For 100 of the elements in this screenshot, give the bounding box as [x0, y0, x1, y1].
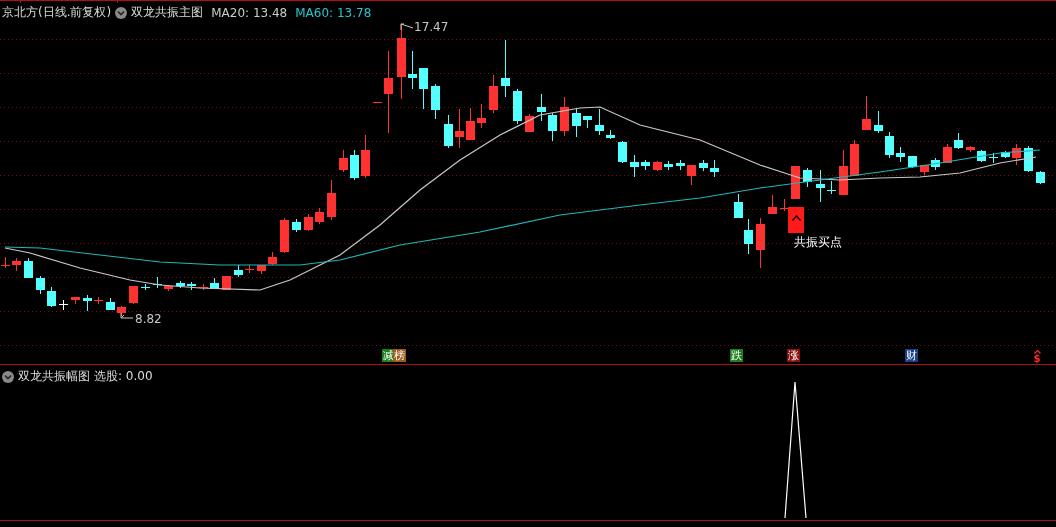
candlestick [106, 297, 115, 311]
candlestick [257, 264, 266, 275]
candlestick [187, 281, 196, 291]
candlestick [234, 264, 243, 278]
candlestick [501, 39, 510, 98]
event-marker[interactable]: 榜 [393, 349, 406, 362]
candlestick [744, 218, 753, 255]
candlestick [268, 251, 277, 266]
candlestick [315, 207, 324, 225]
caret-icon [791, 215, 801, 221]
candlestick [954, 132, 963, 150]
event-marker[interactable]: 财 [905, 349, 918, 362]
selection-value: 选股: 0.00 [94, 368, 153, 385]
candlestick [641, 159, 650, 171]
candlestick [699, 159, 708, 172]
candlestick [931, 157, 940, 171]
candlestick [710, 159, 719, 178]
candlestick [595, 108, 604, 136]
event-marker[interactable]: 跌 [730, 349, 743, 362]
candlestick [245, 264, 254, 274]
candlestick [327, 179, 336, 221]
low-price-label: 8.82 [135, 312, 162, 326]
candlestick [444, 114, 453, 149]
candlestick [164, 284, 173, 292]
candlestick [827, 180, 836, 195]
caret-icon [1033, 350, 1041, 354]
candlestick [339, 149, 348, 173]
candlestick [466, 107, 475, 141]
candlestick [630, 154, 639, 178]
ma60-value: MA60: 13.78 [295, 5, 372, 20]
candlestick [408, 50, 417, 90]
candlestick [210, 277, 219, 290]
candlestick [1, 256, 10, 269]
candlestick [373, 101, 382, 104]
candlestick [572, 108, 581, 138]
high-price-label: 17.47 [414, 20, 449, 34]
candlestick [59, 299, 68, 311]
candlestick [36, 275, 45, 295]
candlestick [489, 74, 498, 114]
candlestick [12, 257, 21, 272]
candlestick [304, 213, 313, 232]
candlestick [560, 96, 569, 137]
candlestick [791, 165, 800, 200]
candlestick [222, 275, 231, 291]
candlestick [83, 294, 92, 312]
leader-line [120, 312, 134, 319]
candlestick [966, 145, 975, 153]
event-marker[interactable]: 涨 [787, 349, 800, 362]
candlestick [734, 193, 743, 219]
candlestick [816, 169, 825, 203]
candlestick [943, 143, 952, 164]
leader-line [400, 23, 414, 31]
candlestick [664, 160, 673, 171]
candlestick [606, 129, 615, 140]
candlestick [350, 149, 359, 181]
candlestick [618, 140, 627, 164]
candlestick [896, 146, 905, 163]
candlestick [419, 67, 428, 110]
candlestick [71, 296, 80, 305]
candlestick [1024, 145, 1033, 173]
candlestick [537, 93, 546, 122]
candlestick [292, 218, 301, 233]
dropdown-icon[interactable] [2, 370, 14, 383]
candlestick [513, 88, 522, 125]
candlestick [455, 108, 464, 149]
candlestick [653, 160, 662, 172]
candlestick [920, 164, 929, 176]
candlestick [850, 139, 859, 177]
candlestick [141, 283, 150, 291]
dropdown-icon[interactable] [115, 6, 128, 19]
sub-indicator-name: 双龙共振幅图 [18, 368, 90, 385]
candlestick [803, 167, 812, 188]
candlestick [780, 198, 789, 212]
candlestick [1036, 170, 1045, 185]
candlestick [1001, 150, 1010, 159]
candlestick [768, 194, 777, 215]
candlestick [908, 155, 917, 169]
candlestick [280, 217, 289, 254]
candlestick [862, 95, 871, 131]
candlestick [94, 296, 103, 305]
candlestick [431, 83, 440, 120]
indicator-name: 双龙共振主图 [131, 4, 204, 21]
buy-signal-label: 共振买点 [794, 234, 842, 251]
candlestick [676, 159, 685, 171]
ma20-value: MA20: 13.48 [211, 5, 288, 20]
candlestick [525, 113, 534, 133]
candlestick [874, 110, 883, 134]
candlestick [977, 149, 986, 163]
candlestick [839, 149, 848, 196]
candlestick [477, 103, 486, 129]
candlestick [687, 164, 696, 186]
candlestick [47, 286, 56, 308]
candlestick [583, 115, 592, 129]
candlestick [129, 285, 138, 305]
candlestick [24, 257, 33, 279]
dollar-sign: $ [1033, 354, 1041, 364]
candlestick [756, 217, 765, 269]
stock-title: 京北方(日线.前复权) [2, 4, 112, 21]
candlestick [361, 134, 370, 179]
candlestick [176, 280, 185, 289]
